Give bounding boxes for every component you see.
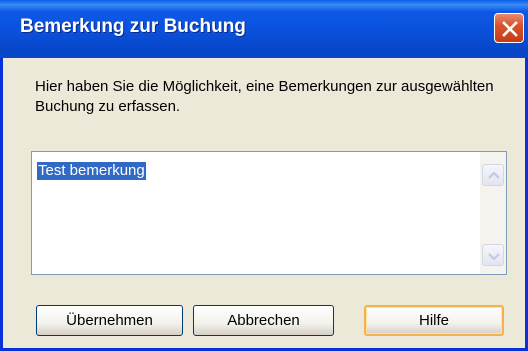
- remark-textarea[interactable]: Test bemerkung: [31, 151, 507, 275]
- help-button[interactable]: Hilfe: [364, 305, 504, 336]
- close-button[interactable]: [494, 13, 524, 43]
- title-bar[interactable]: Bemerkung zur Buchung: [0, 0, 528, 58]
- close-icon: [502, 21, 518, 37]
- dialog-window: Bemerkung zur Buchung Hier haben Sie die…: [0, 0, 528, 351]
- dialog-message: Hier haben Sie die Möglichkeit, eine Bem…: [35, 78, 494, 115]
- scroll-up-button[interactable]: [482, 164, 504, 186]
- scroll-down-button[interactable]: [482, 244, 504, 266]
- window-title: Bemerkung zur Buchung: [20, 16, 246, 37]
- scroll-up-arrow-icon: [488, 171, 500, 179]
- vertical-scrollbar[interactable]: [480, 152, 506, 274]
- scroll-down-arrow-icon: [488, 253, 500, 261]
- remark-text-selected: Test bemerkung: [37, 162, 146, 180]
- apply-button[interactable]: Übernehmen: [36, 305, 183, 336]
- cancel-button[interactable]: Abbrechen: [193, 305, 334, 336]
